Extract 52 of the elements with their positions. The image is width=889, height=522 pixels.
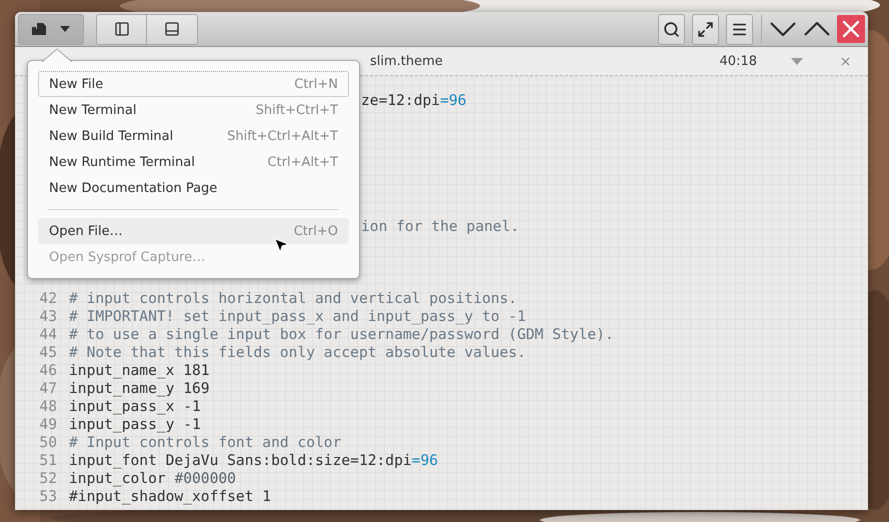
- cursor-position: 40:18: [720, 54, 757, 68]
- fullscreen-button[interactable]: [692, 14, 719, 44]
- bottom-panel-toggle-button[interactable]: [147, 14, 198, 44]
- code-line: input_name_x 181: [69, 362, 210, 380]
- code-line: #input_shadow_xoffset 1: [69, 488, 272, 506]
- code-line: input_font DejaVu Sans:bold:size=12:dpi=96: [69, 452, 438, 470]
- code-line: ion for the panel.: [361, 218, 520, 236]
- close-icon[interactable]: [839, 54, 852, 68]
- menu-item[interactable]: New Runtime Terminal Ctrl+Alt+T: [38, 149, 349, 175]
- document-stack-icon: [32, 22, 48, 36]
- line-number: 45: [38, 344, 57, 362]
- expand-arrows-icon: [697, 20, 714, 38]
- mouse-cursor-icon: [272, 236, 290, 254]
- search-icon: [663, 20, 680, 38]
- code-line: ze=12:dpi=96: [361, 92, 466, 110]
- line-number: 47: [38, 380, 57, 398]
- line-number: 50: [38, 434, 57, 452]
- menu-icon: [731, 20, 748, 38]
- line-number: 49: [38, 416, 57, 434]
- document-title: slim.theme: [370, 54, 443, 68]
- close-button[interactable]: [837, 15, 865, 43]
- code-line: # IMPORTANT! set input_pass_x and input_pass_y to -1: [69, 308, 526, 326]
- line-number: 48: [38, 398, 57, 416]
- line-number: 53: [38, 488, 57, 506]
- menu-button[interactable]: [726, 14, 753, 44]
- menu-item[interactable]: New Build Terminal Shift+Ctrl+Alt+T: [38, 123, 349, 149]
- code-line: input_pass_x -1: [69, 398, 201, 416]
- code-line: input_name_y 169: [69, 380, 210, 398]
- menu-item[interactable]: New File Ctrl+N: [38, 71, 349, 97]
- sidebar-toggle-button[interactable]: [96, 14, 147, 44]
- line-number: 43: [38, 308, 57, 326]
- code-line: # input controls horizontal and vertical positions.: [69, 290, 518, 308]
- line-number: 44: [38, 326, 57, 344]
- code-line: input_pass_y -1: [69, 416, 201, 434]
- search-button[interactable]: [658, 14, 685, 44]
- menu-item[interactable]: New Documentation Page: [38, 175, 349, 201]
- code-line: input_color #000000: [69, 470, 236, 488]
- sidebar-icon: [114, 21, 130, 37]
- line-number: 51: [38, 452, 57, 470]
- code-line: # to use a single input box for username/password (GDM Style).: [69, 326, 614, 344]
- caret-icon: [60, 26, 70, 32]
- chevron-up-icon: [804, 22, 830, 36]
- line-number: 46: [38, 362, 57, 380]
- new-document-button[interactable]: [18, 14, 84, 44]
- line-number: 52: [38, 470, 57, 488]
- bottom-panel-icon: [164, 21, 180, 37]
- code-line: # Note that this fields only accept absolute values.: [69, 344, 526, 362]
- chevron-down-icon: [770, 22, 796, 36]
- code-line: # Input controls font and color: [69, 434, 342, 452]
- line-number: 42: [38, 290, 57, 308]
- menu-item[interactable]: New Terminal Shift+Ctrl+T: [38, 97, 349, 123]
- menu-item[interactable]: Open File… Ctrl+O: [38, 218, 349, 244]
